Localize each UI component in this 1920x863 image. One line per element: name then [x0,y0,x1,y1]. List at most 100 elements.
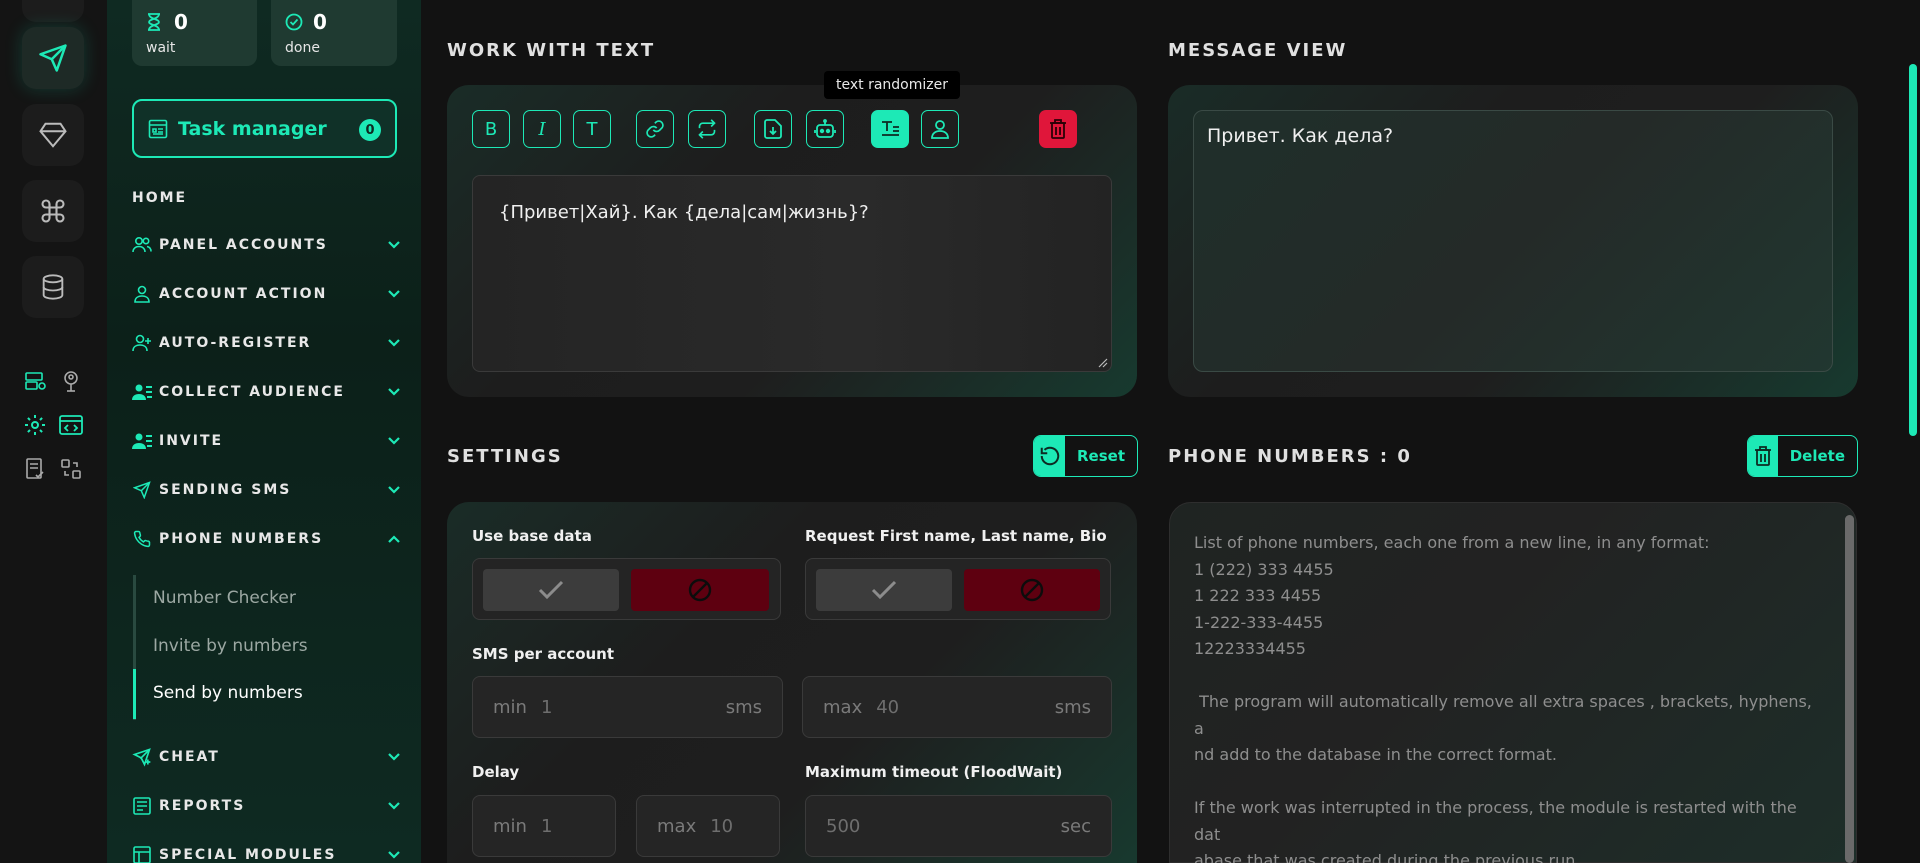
nav-item-sending-sms[interactable]: SENDING SMS [132,478,402,502]
sidebar: 0 wait 0 done Task manager 0 HOME PANEL … [107,0,421,863]
reset-label: Reset [1077,447,1125,465]
done-label: done [285,40,320,56]
nav-item-special-modules[interactable]: SPECIAL MODULES [132,843,402,863]
task-manager-button[interactable]: Task manager 0 [132,99,397,158]
sub-item-invite-by-numbers[interactable]: Invite by numbers [153,636,308,656]
rail-button-top[interactable] [22,0,84,22]
request-names-yes[interactable] [816,569,952,611]
block-icon [688,578,712,602]
send-plus-icon [132,748,151,767]
check-icon [871,580,897,600]
sub-item-send-by-numbers[interactable]: Send by numbers [153,683,303,703]
delete-button[interactable]: Delete [1747,435,1858,477]
nav-item-cheat[interactable]: CHEAT [132,745,402,769]
bold-button[interactable]: B [472,110,510,148]
sms-max-input[interactable]: max 40 sms [802,676,1112,738]
message-template-text: {Привет|Хай}. Как {дела|сам|жизнь}? [499,202,869,223]
use-base-data-yes[interactable] [483,569,619,611]
request-names-no[interactable] [964,569,1100,611]
text-randomizer-icon [882,121,899,136]
robot-icon [814,119,836,138]
resize-handle-icon[interactable] [1098,358,1108,368]
repeat-button[interactable] [688,110,726,148]
chevron-down-icon [388,388,400,396]
user-plus-icon [132,334,151,352]
arrange-icon[interactable] [58,456,84,482]
message-preview: Привет. Как дела? [1193,110,1833,372]
rail-command-button[interactable] [22,180,84,242]
nav-item-reports[interactable]: REPORTS [132,794,402,818]
send-icon [39,44,67,72]
chevron-down-icon [388,241,400,249]
wait-label: wait [146,40,176,56]
text-randomizer-button[interactable] [871,110,909,148]
sms-min-input[interactable]: min 1 sms [472,676,783,738]
tooltip-text-randomizer: text randomizer [824,71,960,99]
text-style-button[interactable]: T [573,110,611,148]
message-template-textarea[interactable]: {Привет|Хай}. Как {дела|сам|жизнь}? [472,175,1112,372]
nav-item-panel-accounts[interactable]: PANEL ACCOUNTS [132,233,402,257]
document-check-icon[interactable] [22,456,48,482]
delay-max-input[interactable]: max 10 [636,795,780,857]
link-button[interactable] [636,110,674,148]
nav-item-collect-audience[interactable]: COLLECT AUDIENCE [132,380,402,404]
file-import-icon [764,119,782,139]
location-user-icon[interactable] [58,368,84,394]
timeout-input[interactable]: 500 sec [805,795,1112,857]
rail-diamond-button[interactable] [22,104,84,166]
nav-item-phone-numbers[interactable]: PHONE NUMBERS [132,527,402,551]
sms-per-account-label: SMS per account [472,645,615,663]
link-icon [646,120,664,138]
work-with-text-title: WORK WITH TEXT [447,40,656,61]
chevron-down-icon [388,851,400,859]
task-list-icon [148,119,168,138]
import-button[interactable] [754,110,792,148]
delay-min-input[interactable]: min 1 [472,795,616,857]
request-names-label: Request First name, Last name, Bio [805,527,1107,545]
chevron-down-icon [388,486,400,494]
repeat-icon [698,119,716,139]
nav-home[interactable]: HOME [132,190,187,206]
users-icon [132,236,152,253]
user-list-icon [132,433,152,449]
bot-button[interactable] [806,110,844,148]
settings-gear-icon[interactable] [22,412,48,438]
nav-item-account-action[interactable]: ACCOUNT ACTION [132,282,402,306]
database-icon [42,274,64,300]
user-variable-button[interactable] [921,110,959,148]
block-icon [1020,578,1044,602]
hourglass-icon [148,13,160,31]
wait-stat: 0 wait [132,0,257,66]
use-base-data-no[interactable] [631,569,769,611]
sub-item-number-checker[interactable]: Number Checker [153,588,296,608]
use-base-data-toggle [472,558,781,620]
use-base-data-label: Use base data [472,527,592,545]
chevron-down-icon [388,802,400,810]
diamond-icon [39,122,67,148]
modules-icon [133,846,151,863]
rail-send-button[interactable] [22,27,84,89]
nav-item-invite[interactable]: INVITE [132,429,402,453]
submenu-active-indicator [133,669,136,719]
italic-button[interactable]: I [523,110,561,148]
chevron-down-icon [388,753,400,761]
done-count: 0 [313,10,327,34]
reset-icon [1040,446,1059,466]
settings-title: SETTINGS [447,446,563,467]
chevron-down-icon [388,437,400,445]
clear-text-button[interactable] [1039,110,1077,148]
nav-item-auto-register[interactable]: AUTO-REGISTER [132,331,402,355]
reset-button[interactable]: Reset [1033,435,1138,477]
phone-numbers-scrollbar-thumb[interactable] [1845,515,1854,863]
chevron-down-icon [388,339,400,347]
request-names-toggle [805,558,1111,620]
message-view-title: MESSAGE VIEW [1168,40,1348,61]
server-settings-icon[interactable] [22,368,48,394]
phone-icon [133,530,151,548]
rail-database-button[interactable] [22,256,84,318]
done-stat: 0 done [271,0,397,66]
code-window-icon[interactable] [58,412,84,438]
max-timeout-label: Maximum timeout (FloodWait) [805,763,1063,781]
trash-icon [1754,446,1771,466]
page-scrollbar-thumb[interactable] [1909,64,1917,436]
